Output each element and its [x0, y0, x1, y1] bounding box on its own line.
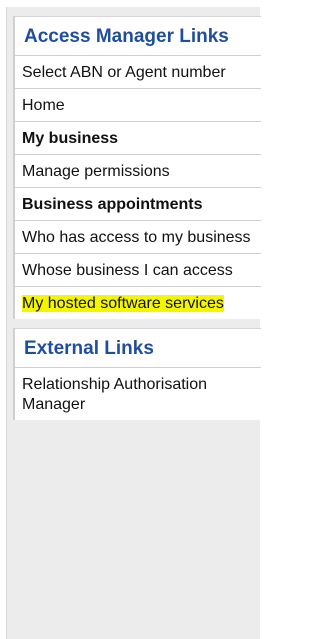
link-label: Whose business I can access — [22, 262, 233, 279]
link-label: Manage permissions — [22, 163, 170, 180]
link-label: Home — [22, 97, 65, 114]
link-home[interactable]: Home — [13, 88, 261, 121]
section-access-manager-links: Access Manager Links Select ABN or Agent… — [13, 16, 261, 319]
link-whose-business-i-can-access[interactable]: Whose business I can access — [13, 253, 261, 286]
section-external-links: External Links Relationship Authorisatio… — [13, 328, 261, 420]
link-label-highlighted: My hosted software services — [22, 295, 224, 312]
link-label: Select ABN or Agent number — [22, 64, 226, 81]
link-manage-permissions[interactable]: Manage permissions — [13, 154, 261, 187]
link-label: My business — [22, 130, 119, 147]
page: Access Manager Links Select ABN or Agent… — [0, 0, 261, 639]
access-manager-links-list: Select ABN or Agent number Home My busin… — [13, 55, 261, 319]
link-label: Business appointments — [22, 196, 203, 213]
external-links-list: Relationship Authorisation Manager — [13, 367, 261, 420]
link-my-hosted-software-services[interactable]: My hosted software services — [13, 286, 261, 319]
section-heading-external-links: External Links — [13, 328, 261, 367]
link-relationship-authorisation-manager[interactable]: Relationship Authorisation Manager — [13, 367, 261, 420]
link-select-abn-or-agent-number[interactable]: Select ABN or Agent number — [13, 55, 261, 88]
link-who-has-access-to-my-business[interactable]: Who has access to my business — [13, 220, 261, 253]
link-my-business[interactable]: My business — [13, 121, 261, 154]
link-business-appointments[interactable]: Business appointments — [13, 187, 261, 220]
link-label: Who has access to my business — [22, 229, 251, 246]
section-heading-access-manager-links: Access Manager Links — [13, 16, 261, 55]
sidebar-panel: Access Manager Links Select ABN or Agent… — [6, 7, 261, 639]
link-label: Relationship Authorisation Manager — [22, 376, 208, 413]
